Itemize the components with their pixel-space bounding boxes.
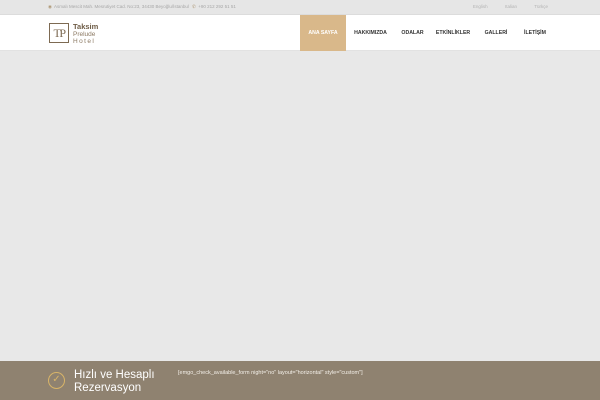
check-circle-icon: ✓ bbox=[48, 372, 65, 389]
address-text: Asmalı Mescit Mah. Mesrutiyet Cad. No:23… bbox=[54, 4, 189, 9]
lang-english[interactable]: English bbox=[473, 4, 488, 9]
lang-turkish[interactable]: Türkçe bbox=[534, 4, 548, 9]
logo-line-3: Hotel bbox=[73, 38, 96, 45]
booking-title-line-1: Hızlı ve Hesaplı bbox=[74, 369, 155, 381]
nav-item-gallery[interactable]: GALLERİ bbox=[476, 15, 516, 51]
logo-wordmark: Taksim Prelude Hotel bbox=[73, 23, 98, 46]
nav-item-home[interactable]: ANA SAYFA bbox=[300, 15, 346, 51]
lang-italian[interactable]: Italian bbox=[505, 4, 517, 9]
hotel-logo[interactable]: TP Taksim Prelude Hotel bbox=[49, 23, 109, 45]
address-info: ◉ Asmalı Mescit Mah. Mesrutiyet Cad. No:… bbox=[48, 4, 189, 10]
nav-item-rooms[interactable]: ODALAR bbox=[395, 15, 430, 51]
main-nav: ANA SAYFA HAKKIMIZDA ODALAR ETKİNLİKLER … bbox=[300, 15, 554, 51]
phone-info: ✆ +90 212 292 51 51 bbox=[192, 4, 236, 10]
language-switcher: English Italian Türkçe bbox=[457, 4, 548, 9]
logo-line-1: Taksim bbox=[73, 22, 99, 31]
nav-item-about[interactable]: HAKKIMIZDA bbox=[346, 15, 395, 51]
map-pin-icon: ◉ bbox=[48, 4, 52, 9]
booking-form-shortcode: [emgo_check_available_form night="no" la… bbox=[178, 370, 363, 376]
phone-text: +90 212 292 51 51 bbox=[198, 4, 236, 9]
hero-area bbox=[0, 52, 600, 361]
nav-item-events[interactable]: ETKİNLİKLER bbox=[430, 15, 476, 51]
site-header: TP Taksim Prelude Hotel ANA SAYFA HAKKIM… bbox=[0, 15, 600, 51]
top-bar: ◉ Asmalı Mescit Mah. Mesrutiyet Cad. No:… bbox=[0, 0, 600, 15]
logo-mark: TP bbox=[49, 23, 69, 43]
booking-title-line-2: Rezervasyon bbox=[74, 382, 142, 394]
nav-item-contact[interactable]: İLETİŞİM bbox=[516, 15, 554, 51]
booking-title: Hızlı ve Hesaplı Rezervasyon bbox=[74, 369, 155, 395]
phone-icon: ✆ bbox=[192, 4, 196, 9]
